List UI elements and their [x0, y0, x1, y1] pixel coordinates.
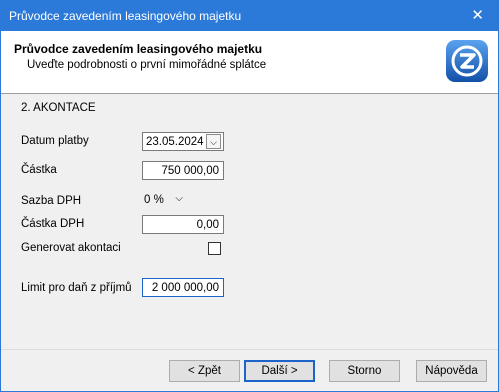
- section-title: 2. AKONTACE: [21, 102, 96, 114]
- limit-value: 2 000 000,00: [151, 282, 219, 294]
- castka-dph-field[interactable]: 0,00: [142, 215, 224, 234]
- castka-dph-value: 0,00: [196, 219, 219, 231]
- sazba-dph-label: Sazba DPH: [21, 195, 82, 207]
- help-button[interactable]: Nápověda: [416, 360, 487, 382]
- sazba-dph-value: 0 %: [144, 194, 164, 206]
- chevron-down-icon: ⌵: [175, 193, 183, 204]
- castka-dph-label: Částka DPH: [21, 218, 85, 230]
- limit-field[interactable]: 2 000 000,00: [142, 278, 224, 297]
- wizard-content: 2. AKONTACE Datum platby 23.05.2024 ⌵ Čá…: [1, 94, 498, 349]
- next-button[interactable]: Další >: [244, 360, 315, 382]
- title-bar: Průvodce zavedením leasingového majetku …: [1, 1, 498, 31]
- header-subtitle: Uveďte podrobnosti o první mimořádné spl…: [27, 59, 267, 71]
- limit-label: Limit pro daň z příjmů: [21, 282, 132, 294]
- generovat-akontaci-label: Generovat akontaci: [21, 242, 121, 254]
- castka-label: Částka: [21, 164, 57, 176]
- castka-value: 750 000,00: [161, 165, 219, 177]
- wizard-footer: < Zpět Další > Storno Nápověda: [1, 349, 498, 391]
- calendar-dropdown-icon[interactable]: ⌵: [206, 134, 221, 149]
- wizard-window: Průvodce zavedením leasingového majetku …: [0, 0, 499, 392]
- cancel-button[interactable]: Storno: [329, 360, 400, 382]
- close-icon[interactable]: ✕: [471, 6, 484, 24]
- window-title: Průvodce zavedením leasingového majetku: [9, 9, 242, 23]
- generovat-akontaci-checkbox[interactable]: [208, 242, 221, 255]
- sazba-dph-select[interactable]: 0 % ⌵: [142, 191, 187, 210]
- datum-platby-field[interactable]: 23.05.2024 ⌵: [142, 132, 224, 151]
- header-title: Průvodce zavedením leasingového majetku: [14, 42, 263, 56]
- back-button[interactable]: < Zpět: [169, 360, 240, 382]
- app-logo-icon: [445, 39, 489, 83]
- datum-platby-label: Datum platby: [21, 135, 89, 147]
- wizard-header: Průvodce zavedením leasingového majetku …: [1, 31, 498, 94]
- castka-field[interactable]: 750 000,00: [142, 161, 224, 180]
